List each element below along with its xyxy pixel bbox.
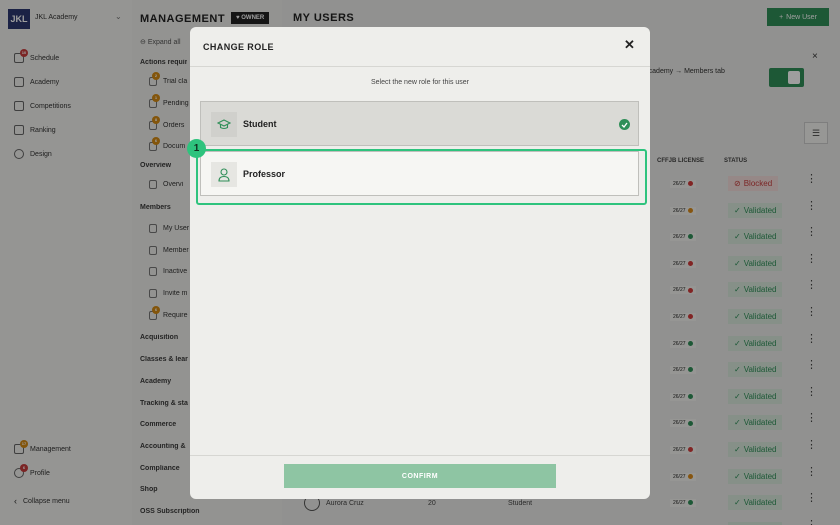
role-option-student[interactable]: Student [200, 101, 639, 146]
modal-subtitle: Select the new role for this user [370, 79, 470, 86]
modal-header: CHANGE ROLE ✕ [190, 27, 650, 67]
role-option-label: Student [243, 119, 277, 129]
graduation-cap-icon [211, 112, 237, 137]
check-icon [619, 119, 630, 130]
close-icon[interactable]: ✕ [624, 38, 635, 51]
modal-footer-divider [190, 455, 650, 456]
step-number-badge: 1 [187, 139, 206, 158]
confirm-button[interactable]: CONFIRM [284, 464, 556, 488]
highlight-outline [196, 149, 647, 205]
change-role-modal: CHANGE ROLE ✕ Select the new role for th… [190, 27, 650, 499]
modal-title: CHANGE ROLE [203, 42, 274, 52]
